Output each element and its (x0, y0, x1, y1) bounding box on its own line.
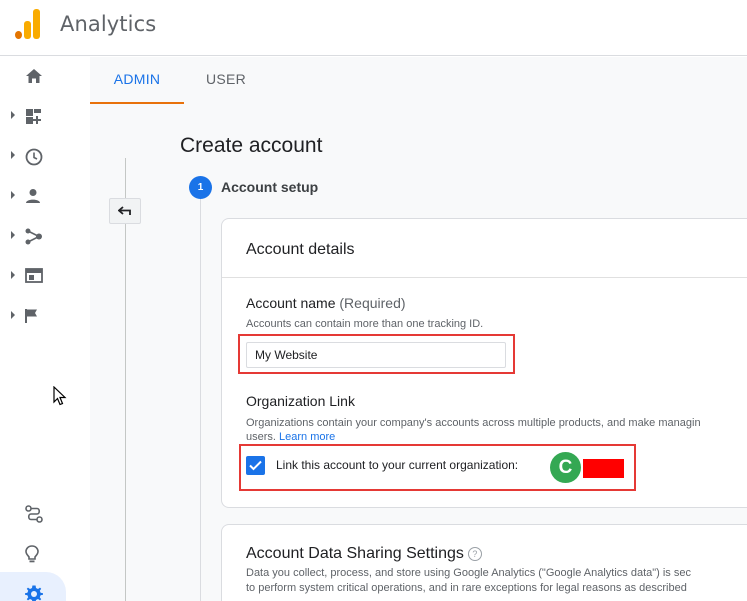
nav-item-insights[interactable] (0, 538, 68, 568)
redacted-org-name (583, 459, 624, 478)
org-link-label: Organization Link (246, 393, 355, 409)
required-tag: (Required) (339, 295, 406, 311)
nav-item-discover[interactable] (0, 498, 68, 528)
home-icon (26, 69, 42, 83)
expand-caret-icon[interactable] (11, 271, 15, 279)
analytics-logo-icon[interactable] (14, 9, 42, 39)
behavior-icon (25, 268, 43, 283)
dashboard-icon (26, 109, 41, 124)
flag-icon (25, 309, 37, 323)
step-number: 1 (189, 176, 212, 199)
back-arrow-icon (118, 206, 131, 215)
nav-item-acquisition[interactable] (0, 221, 68, 251)
nav-item-home[interactable] (0, 61, 68, 91)
organization-avatar: C (550, 452, 581, 483)
column-divider (125, 158, 126, 601)
expand-caret-icon[interactable] (11, 151, 15, 159)
data-sharing-title-text: Account Data Sharing Settings (246, 545, 464, 562)
account-name-label-text: Account name (246, 295, 336, 311)
account-name-label: Account name (Required) (246, 295, 406, 311)
data-sharing-card: Account Data Sharing Settings? Data you … (221, 524, 747, 601)
nav-item-audience[interactable] (0, 181, 68, 211)
step-connector (200, 199, 201, 601)
nav-item-customization[interactable] (0, 101, 68, 131)
org-link-hint-line1: Organizations contain your company's acc… (246, 417, 701, 429)
person-icon (26, 189, 40, 203)
expand-caret-icon[interactable] (11, 311, 15, 319)
top-bar: Analytics (0, 0, 747, 56)
link-org-checkbox-label[interactable]: Link this account to your current organi… (276, 458, 518, 472)
back-button[interactable] (109, 198, 141, 224)
help-icon[interactable]: ? (467, 546, 482, 561)
step-label: Account setup (221, 179, 319, 195)
checkmark-icon (249, 460, 262, 471)
card-title: Account details (246, 241, 355, 258)
tab-user[interactable]: USER (184, 57, 268, 104)
settings-icon (25, 585, 43, 601)
org-link-hint-text: users. (246, 431, 276, 443)
nav-item-admin-settings[interactable] (0, 572, 66, 601)
data-sharing-text-line1: Data you collect, process, and store usi… (246, 567, 691, 579)
data-sharing-title: Account Data Sharing Settings? (246, 545, 482, 563)
expand-caret-icon[interactable] (11, 191, 15, 199)
nav-item-realtime[interactable] (0, 141, 68, 171)
left-nav (0, 56, 68, 601)
nav-item-behavior[interactable] (0, 261, 68, 291)
mouse-cursor-icon (53, 386, 67, 406)
learn-more-link[interactable]: Learn more (279, 431, 335, 443)
account-details-card: Account details Account name (Required) … (221, 218, 747, 508)
app-title: Analytics (60, 12, 157, 36)
expand-caret-icon[interactable] (11, 111, 15, 119)
expand-caret-icon[interactable] (11, 231, 15, 239)
data-sharing-text-line2: to perform system critical operations, a… (246, 582, 687, 594)
clock-icon (25, 148, 43, 166)
nav-item-conversions[interactable] (0, 301, 68, 331)
main-content: Create account 1 Account setup Account d… (90, 104, 747, 601)
lightbulb-icon (25, 545, 39, 563)
link-org-checkbox[interactable] (246, 456, 265, 475)
acquisition-icon (25, 228, 42, 245)
org-link-hint-line2: users. Learn more (246, 431, 335, 443)
route-icon (25, 505, 43, 523)
admin-tabs: ADMIN USER (90, 57, 747, 104)
card-header: Account details (222, 219, 747, 278)
account-name-input[interactable] (246, 342, 506, 368)
account-name-hint: Accounts can contain more than one track… (246, 318, 484, 330)
page-title: Create account (180, 134, 323, 157)
tab-admin[interactable]: ADMIN (90, 57, 184, 104)
